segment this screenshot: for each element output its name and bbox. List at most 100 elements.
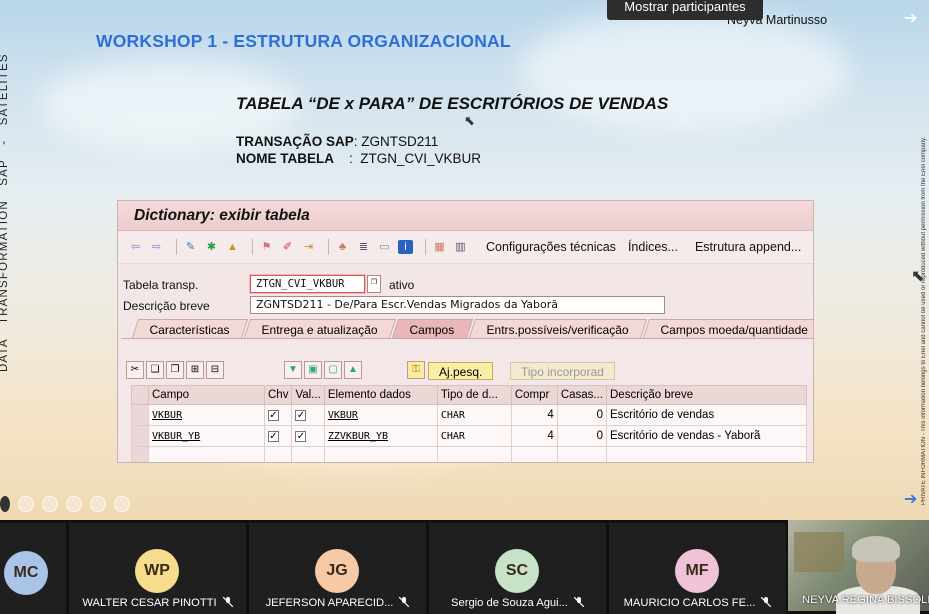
empty-cell[interactable]	[606, 446, 807, 462]
empty-cell[interactable]	[323, 446, 438, 462]
cell-campo[interactable]: VKBUR	[148, 404, 265, 426]
key-checkbox[interactable]: ✓	[268, 431, 279, 442]
slides-icon[interactable]	[66, 496, 82, 512]
tab-caracteristicas[interactable]: Características	[131, 319, 249, 338]
frame-icon[interactable]: ▭	[377, 240, 392, 254]
mostrar-participantes-button[interactable]: Mostrar participantes	[607, 0, 763, 20]
cell-elemento-dados[interactable]: ZZVKBUR_YB	[323, 425, 438, 447]
back-arrow-icon[interactable]: ⇦	[128, 240, 143, 254]
table-row[interactable]	[131, 446, 807, 462]
cell-descricao[interactable]: Escritório de vendas	[606, 404, 807, 426]
col-casas[interactable]: Casas...	[556, 385, 608, 405]
configuracoes-tecnicas-button[interactable]: Configurações técnicas	[486, 240, 616, 254]
cell-tipo-dados[interactable]: CHAR	[436, 425, 512, 447]
ajuda-pesquisa-button[interactable]: Aj.pesq.	[428, 362, 494, 380]
zoom-icon[interactable]	[90, 496, 106, 512]
col-campo[interactable]: Campo	[148, 385, 265, 405]
indices-button[interactable]: Índices...	[628, 240, 678, 254]
tab-entrega-atualizacao[interactable]: Entrega e atualização	[243, 319, 397, 338]
participant-video[interactable]: NEYVA REGINA BISSOLI	[788, 520, 929, 614]
cell-casas[interactable]: 0	[556, 404, 608, 426]
structure-icon[interactable]: ▦	[432, 240, 447, 254]
collapse-tools-icon[interactable]	[0, 496, 10, 512]
cycle-icon[interactable]	[18, 496, 34, 512]
info-icon[interactable]: i	[398, 240, 413, 254]
select-all-cell[interactable]	[131, 385, 149, 405]
initial-value-checkbox[interactable]: ✓	[295, 410, 307, 421]
copy-icon[interactable]: ❐	[367, 275, 381, 293]
delete-row-icon[interactable]: ⊟	[206, 361, 224, 379]
tab-campos-moeda[interactable]: Campos moeda/quantidade	[642, 319, 813, 338]
table-row[interactable]: VKBUR ✓ ✓ VKBUR CHAR 4 0 Escritório de v…	[131, 404, 807, 426]
cut-icon[interactable]: ✂	[126, 361, 144, 379]
empty-cell[interactable]	[510, 446, 558, 462]
cell-chv[interactable]: ✓	[263, 404, 293, 426]
col-elemento-dados[interactable]: Elemento dados	[323, 385, 438, 405]
cell-elemento-dados[interactable]: VKBUR	[323, 404, 438, 426]
cell-chv[interactable]: ✓	[263, 425, 293, 447]
empty-cell[interactable]	[148, 446, 265, 462]
row-selector[interactable]	[131, 446, 149, 462]
participant-tile[interactable]: MF MAURICIO CARLOS FE...	[609, 523, 786, 614]
activate-icon[interactable]: ▲	[225, 240, 240, 254]
select-block-icon[interactable]: ▣	[304, 361, 322, 379]
tab-entradas-possiveis[interactable]: Entrs.possíveis/verificação	[468, 319, 647, 338]
col-tipo-dados[interactable]: Tipo de d...	[436, 385, 512, 405]
participant-tile[interactable]: WP WALTER CESAR PINOTTI	[69, 523, 246, 614]
table-contents-icon[interactable]: ▥	[453, 240, 468, 254]
cell-compr[interactable]: 4	[510, 404, 558, 426]
row-selector[interactable]	[131, 404, 149, 426]
participant-tile[interactable]: SC Sergio de Souza Agui...	[429, 523, 606, 614]
select-all-icon[interactable]: ▢	[324, 361, 342, 379]
empty-cell[interactable]	[556, 446, 608, 462]
table-row[interactable]: VKBUR_YB ✓ ✓ ZZVKBUR_YB CHAR 4 0 Escritó…	[131, 425, 807, 447]
more-icon[interactable]	[114, 496, 130, 512]
align-icon[interactable]: ≣	[356, 240, 371, 254]
forward-arrow-icon[interactable]: ⇨	[149, 240, 164, 254]
empty-cell[interactable]	[263, 446, 293, 462]
empty-cell[interactable]	[436, 446, 512, 462]
hierarchy-icon[interactable]: ♣	[335, 240, 350, 254]
slide-tools	[0, 496, 130, 512]
move-down-icon[interactable]: ▼	[284, 361, 302, 379]
empty-cell[interactable]	[291, 446, 325, 462]
pen-icon[interactable]	[42, 496, 58, 512]
cell-tipo-dados[interactable]: CHAR	[436, 404, 512, 426]
cell-casas[interactable]: 0	[556, 425, 608, 447]
key-checkbox[interactable]: ✓	[268, 410, 279, 421]
tabela-transp-field[interactable]: ZTGN_CVI_VKBUR	[250, 275, 365, 293]
presentation-slide: WORKSHOP 1 - ESTRUTURA ORGANIZACIONAL DA…	[0, 0, 929, 520]
copy-row-icon[interactable]: ❏	[146, 361, 164, 379]
next-slide-arrow-icon[interactable]: ➔	[904, 489, 917, 509]
insert-row-icon[interactable]: ⊞	[186, 361, 204, 379]
display-change-icon[interactable]: ✎	[183, 240, 198, 254]
edit-pen-icon[interactable]: ✐	[280, 240, 295, 254]
cell-compr[interactable]: 4	[510, 425, 558, 447]
tipo-incorporado-button[interactable]: Tipo incorporad	[510, 362, 615, 380]
transport-icon[interactable]: ⇥	[301, 240, 316, 254]
descricao-breve-field[interactable]: ZGNTSD211 - De/Para Escr.Vendas Migrados…	[250, 296, 665, 314]
cell-campo[interactable]: VKBUR_YB	[148, 425, 265, 447]
side-word: -	[0, 140, 10, 145]
check-icon[interactable]: ✱	[204, 240, 219, 254]
where-used-icon[interactable]: ⚑	[259, 240, 274, 254]
estrutura-append-button[interactable]: Estrutura append...	[695, 240, 801, 254]
move-up-icon[interactable]: ▲	[344, 361, 362, 379]
col-compr[interactable]: Compr	[510, 385, 558, 405]
initial-value-checkbox[interactable]: ✓	[295, 431, 307, 442]
participant-tile[interactable]: MC	[0, 523, 66, 614]
next-arrow-icon[interactable]: ➔	[904, 8, 917, 28]
cell-descricao[interactable]: Escritório de vendas - Yaborã	[606, 425, 807, 447]
table-header-row: Campo Chv Val... Elemento dados Tipo de …	[131, 385, 807, 405]
col-descricao-breve[interactable]: Descrição breve	[606, 385, 807, 405]
col-chv[interactable]: Chv	[263, 385, 293, 405]
search-help-icon[interactable]: ⚿	[407, 361, 425, 379]
row-selector[interactable]	[131, 425, 149, 447]
mic-muted-icon	[399, 597, 410, 607]
col-val[interactable]: Val...	[291, 385, 325, 405]
paste-icon[interactable]: ❐	[166, 361, 184, 379]
cell-val[interactable]: ✓	[291, 404, 325, 426]
participant-tile[interactable]: JG JEFERSON APARECID...	[249, 523, 426, 614]
tab-campos[interactable]: Campos	[392, 319, 473, 338]
cell-val[interactable]: ✓	[291, 425, 325, 447]
